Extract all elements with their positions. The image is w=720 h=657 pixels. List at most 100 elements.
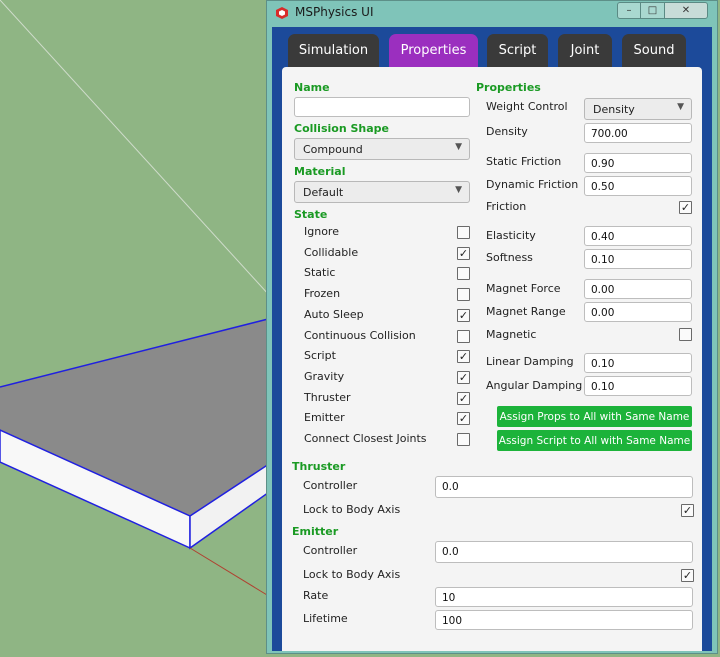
state-item-checkbox[interactable] [457,433,470,446]
state-heading: State [294,208,328,221]
state-item-label: Emitter [304,411,345,425]
state-item-label: Connect Closest Joints [304,432,427,445]
state-item-label: Thruster [304,390,351,404]
state-item-checkbox[interactable] [457,226,470,239]
emitter-controller-input[interactable]: 0.0 [435,541,693,563]
linear-damping-input[interactable]: 0.10 [584,353,692,373]
magnet-force-input[interactable]: 0.00 [584,279,692,299]
magnetic-checkbox[interactable] [679,328,692,341]
assign-script-button[interactable]: Assign Script to All with Same Name [497,430,692,451]
collision-shape-heading: Collision Shape [294,122,389,135]
chevron-down-icon: ▼ [455,142,462,152]
elasticity-label: Elasticity [486,229,536,242]
static-friction-input[interactable]: 0.90 [584,153,692,173]
tab-sound[interactable]: Sound [622,34,686,67]
close-button[interactable]: ✕ [664,2,708,19]
state-item-checkbox[interactable]: ✓ [457,370,470,384]
emitter-lock-checkbox[interactable]: ✓ [681,569,694,582]
state-item-label: Ignore [304,225,339,238]
tab-properties[interactable]: Properties [389,34,478,67]
state-item-label: Collidable [304,245,359,259]
softness-label: Softness [486,251,533,264]
tab-script[interactable]: Script [487,34,548,67]
state-item-label: Continuous Collision [304,328,416,342]
tab-joint[interactable]: Joint [558,34,612,67]
properties-heading: Properties [476,81,541,94]
state-item-checkbox[interactable] [457,329,470,343]
weight-control-select[interactable]: Density ▼ [584,98,692,120]
softness-input[interactable]: 0.10 [584,249,692,269]
dynamic-friction-label: Dynamic Friction [486,178,579,191]
density-input[interactable]: 700.00 [584,123,692,143]
friction-checkbox[interactable]: ✓ [679,201,692,214]
state-item-checkbox[interactable] [457,267,470,281]
check-mark-icon: ✓ [682,569,693,582]
sketchup-logo-icon [276,7,288,19]
thruster-controller-label: Controller [303,479,358,492]
maximize-button[interactable]: □ [640,2,665,19]
state-item-label: Static [304,266,336,280]
tab-simulation[interactable]: Simulation [288,34,379,67]
magnet-force-label: Magnet Force [486,282,561,295]
emitter-rate-input[interactable]: 10 [435,587,693,607]
elasticity-input[interactable]: 0.40 [584,226,692,246]
state-item-label: Auto Sleep [304,307,364,321]
axis-line [0,0,291,319]
assign-props-button[interactable]: Assign Props to All with Same Name [497,406,692,427]
dynamic-friction-input[interactable]: 0.50 [584,176,692,196]
collision-shape-select[interactable]: Compound ▼ [294,138,470,160]
thruster-heading: Thruster [292,460,346,473]
magnet-range-input[interactable]: 0.00 [584,302,692,322]
weight-control-value: Density [593,103,635,116]
red-axis-line [189,547,273,599]
check-mark-icon: ✓ [458,370,469,384]
check-mark-icon: ✓ [682,504,693,517]
magnet-range-label: Magnet Range [486,305,566,318]
check-mark-icon: ✓ [458,350,469,364]
emitter-lifetime-label: Lifetime [303,612,348,625]
thruster-controller-input[interactable]: 0.0 [435,476,693,498]
chevron-down-icon: ▼ [677,102,684,112]
properties-panel: Name Collision Shape Compound ▼ Material… [282,67,702,651]
thruster-lock-checkbox[interactable]: ✓ [681,504,694,517]
content-frame: Simulation Properties Script Joint Sound… [272,27,712,651]
chevron-down-icon: ▼ [455,185,462,195]
name-input[interactable] [294,97,470,117]
check-mark-icon: ✓ [680,201,691,214]
state-item-checkbox[interactable]: ✓ [457,350,470,364]
state-item-checkbox[interactable] [457,288,470,302]
friction-label: Friction [486,200,527,213]
emitter-lock-label: Lock to Body Axis [303,568,401,581]
angular-damping-label: Angular Damping [486,379,583,392]
state-item-checkbox[interactable]: ✓ [457,246,470,260]
emitter-lifetime-input[interactable]: 100 [435,610,693,630]
state-item-checkbox[interactable]: ✓ [457,412,470,426]
linear-damping-label: Linear Damping [486,355,574,368]
static-friction-label: Static Friction [486,155,562,168]
magnetic-label: Magnetic [486,328,537,341]
material-heading: Material [294,165,346,178]
minimize-icon: – [626,5,632,16]
minimize-button[interactable]: – [617,2,641,19]
check-mark-icon: ✓ [458,308,469,322]
emitter-heading: Emitter [292,525,339,538]
emitter-controller-label: Controller [303,544,358,557]
material-select[interactable]: Default ▼ [294,181,470,203]
collision-shape-value: Compound [303,143,363,156]
name-heading: Name [294,81,330,94]
window-title: MSPhysics UI [295,5,374,19]
title-bar[interactable]: MSPhysics UI – □ ✕ [267,1,717,25]
weight-control-label: Weight Control [486,100,568,113]
msphysics-window[interactable]: MSPhysics UI – □ ✕ Simulation Properties… [266,0,718,654]
check-mark-icon: ✓ [458,412,469,426]
state-item-label: Frozen [304,287,341,301]
density-label: Density [486,125,528,138]
state-item-checkbox[interactable]: ✓ [457,391,470,405]
material-value: Default [303,186,344,199]
state-item-label: Script [304,349,336,363]
thruster-lock-label: Lock to Body Axis [303,503,401,516]
check-mark-icon: ✓ [458,246,469,260]
state-item-checkbox[interactable]: ✓ [457,308,470,322]
check-mark-icon: ✓ [458,391,469,405]
angular-damping-input[interactable]: 0.10 [584,376,692,396]
